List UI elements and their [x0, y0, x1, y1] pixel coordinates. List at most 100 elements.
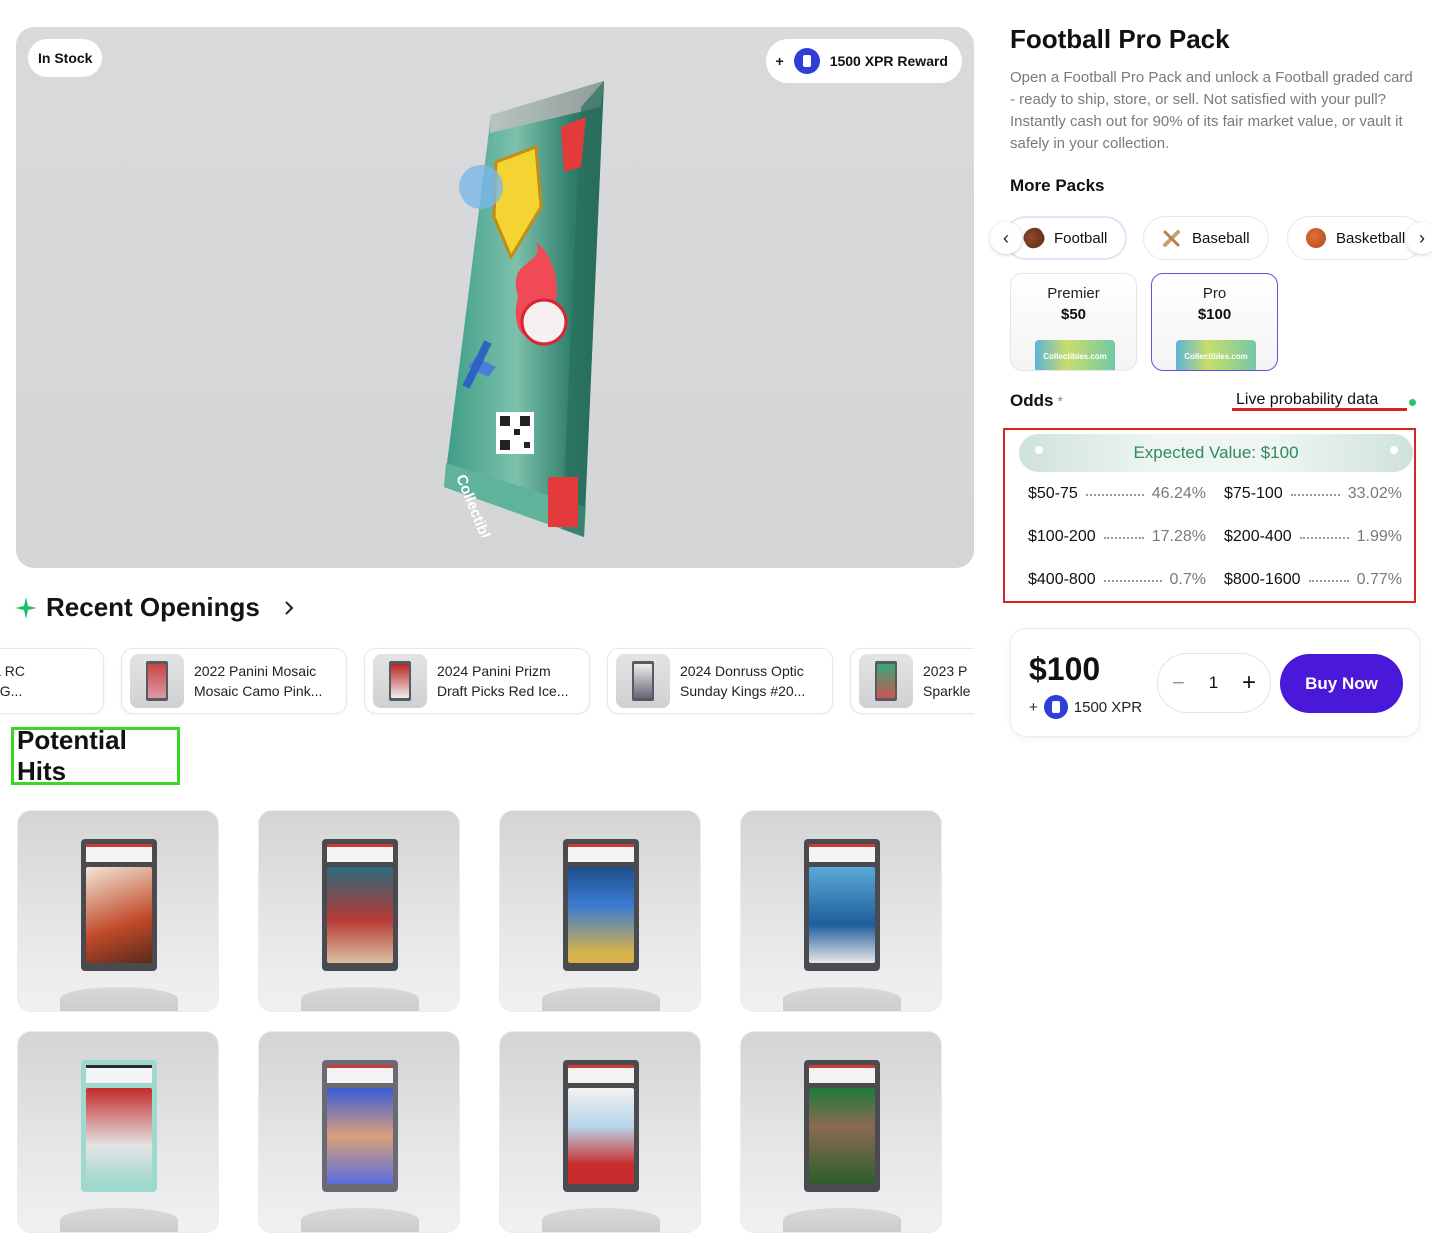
category-chip-football[interactable]: Football	[1004, 216, 1128, 260]
odds-percent: 17.28%	[1151, 528, 1206, 545]
product-description: Open a Football Pro Pack and unlock a Fo…	[1010, 69, 1413, 152]
potential-hit-card[interactable]	[740, 1031, 942, 1233]
graded-card-slab	[81, 839, 157, 971]
product-title: Football Pro Pack	[1010, 24, 1230, 54]
graded-card-slab	[804, 839, 880, 971]
xpr-plus: +	[1029, 698, 1038, 716]
reward-label: 1500 XPR Reward	[829, 53, 948, 69]
recent-opening-card[interactable]: 2024 Panini Prizm Draft Picks Red Ice...	[364, 648, 590, 714]
tier-price: $100	[1197, 306, 1232, 323]
card-thumbnail	[373, 654, 427, 708]
tier-card-pro[interactable]: Pro $100 Collectibles.com	[1151, 273, 1278, 371]
recent-opening-card[interactable]: 2023 P Sparkle	[850, 648, 974, 714]
expected-value-text: Expected Value: $100	[1133, 443, 1299, 462]
pedestal	[60, 987, 178, 1011]
odds-percent: 46.24%	[1151, 485, 1206, 502]
odds-range: $50-75	[1028, 485, 1078, 502]
recent-openings-header[interactable]: Recent Openings	[14, 592, 300, 623]
potential-hit-card[interactable]	[740, 810, 942, 1012]
expected-value-pill: Expected Value: $100	[1019, 434, 1413, 472]
pedestal	[783, 987, 901, 1011]
tier-price: $50	[1060, 306, 1087, 323]
basketball-icon	[1306, 228, 1326, 248]
odds-percent: 0.7%	[1169, 571, 1206, 588]
tier-name: Premier	[1047, 285, 1100, 302]
carousel-prev-button[interactable]: ‹	[990, 222, 1022, 254]
odds-label: Odds *	[1010, 391, 1063, 410]
odds-range: $100-200	[1028, 528, 1096, 545]
odds-range: $200-400	[1224, 528, 1292, 545]
recent-opening-card[interactable]: 2024 Donruss Optic Sunday Kings #20...	[607, 648, 833, 714]
recent-opening-card[interactable]: s #430a RC afford PG...	[0, 648, 104, 714]
potential-hit-card[interactable]	[17, 810, 219, 1012]
pedestal	[783, 1208, 901, 1232]
card-title: 2023 P	[923, 663, 968, 679]
pack-category-carousel: Football Baseball Basketball ‹ ›	[988, 214, 1432, 262]
carousel-next-button[interactable]: ›	[1406, 222, 1432, 254]
potential-hit-card[interactable]	[17, 1031, 219, 1233]
quantity-value: 1	[1208, 673, 1219, 692]
odds-row: $200-400 1.99%	[1224, 526, 1402, 548]
potential-hit-card[interactable]	[258, 1031, 460, 1233]
card-thumbnail	[616, 654, 670, 708]
purchase-panel: $100 + 1500 XPR − 1 + Buy Now	[1010, 628, 1420, 737]
xpr-coin-icon	[793, 48, 820, 74]
card-title: 2022 Panini Mosaic	[194, 663, 317, 679]
card-subtitle: Sparkle	[923, 683, 971, 699]
football-icon	[1020, 224, 1048, 252]
potential-hits-title: Potential Hits	[17, 725, 127, 786]
graded-card-slab	[322, 1060, 398, 1192]
tier-pack-image: Collectibles.com	[1176, 340, 1256, 370]
decrease-quantity-button[interactable]: −	[1172, 670, 1185, 696]
potential-hit-card[interactable]	[258, 810, 460, 1012]
category-chip-basketball[interactable]: Basketball	[1287, 216, 1425, 260]
category-label: Basketball	[1336, 229, 1406, 247]
card-thumbnail	[130, 654, 184, 708]
live-status-dot	[1409, 399, 1416, 406]
odds-row: $800-1600 0.77%	[1224, 569, 1402, 591]
potential-hit-card[interactable]	[499, 1031, 701, 1233]
potential-hit-card[interactable]	[499, 810, 701, 1012]
graded-card-slab	[81, 1060, 157, 1192]
card-subtitle: afford PG...	[0, 683, 23, 699]
xpr-bonus: + 1500 XPR	[1029, 695, 1142, 719]
odds-percent: 1.99%	[1356, 528, 1402, 545]
card-subtitle: Mosaic Camo Pink...	[194, 683, 323, 699]
sparkle-icon	[15, 596, 37, 619]
xpr-amount: 1500 XPR	[1073, 698, 1143, 716]
card-thumbnail	[859, 654, 913, 708]
reward-plus: +	[775, 53, 784, 69]
pedestal	[542, 1208, 660, 1232]
odds-percent: 0.77%	[1356, 571, 1402, 588]
pedestal	[301, 1208, 419, 1232]
ev-left-dot	[1035, 446, 1043, 454]
graded-card-slab	[322, 839, 398, 971]
odds-range: $75-100	[1224, 485, 1283, 502]
tier-name: Pro	[1202, 285, 1227, 302]
recent-opening-card[interactable]: 2022 Panini Mosaic Mosaic Camo Pink...	[121, 648, 347, 714]
category-chip-baseball[interactable]: Baseball	[1143, 216, 1269, 260]
pack-hero-image: In Stock + 1500 XPR Reward Collectibles.…	[16, 27, 974, 568]
category-label: Football	[1054, 229, 1108, 247]
recent-openings-title: Recent Openings	[46, 592, 260, 622]
live-probability-link[interactable]: Live probability data	[1236, 391, 1378, 409]
odds-row: $50-75 46.24%	[1028, 483, 1206, 505]
card-subtitle: Draft Picks Red Ice...	[437, 683, 569, 699]
pack-illustration: Collectibles.com	[436, 67, 626, 568]
graded-card-slab	[563, 839, 639, 971]
increase-quantity-button[interactable]: +	[1242, 669, 1256, 697]
graded-card-slab	[804, 1060, 880, 1192]
xpr-reward-pill: + 1500 XPR Reward	[765, 39, 962, 83]
live-probability-highlight	[1232, 408, 1407, 411]
tier-pack-image: Collectibles.com	[1035, 340, 1115, 370]
odds-row: $400-800 0.7%	[1028, 569, 1206, 591]
graded-card-slab	[563, 1060, 639, 1192]
buy-now-button[interactable]: Buy Now	[1280, 654, 1403, 713]
odds-range: $800-1600	[1224, 571, 1301, 588]
baseball-bat-icon	[1163, 230, 1180, 247]
quantity-stepper: − 1 +	[1157, 653, 1271, 713]
pack-price: $100	[1029, 651, 1101, 687]
tier-card-premier[interactable]: Premier $50 Collectibles.com	[1010, 273, 1137, 371]
chevron-right-icon[interactable]	[278, 597, 300, 619]
pedestal	[60, 1208, 178, 1232]
